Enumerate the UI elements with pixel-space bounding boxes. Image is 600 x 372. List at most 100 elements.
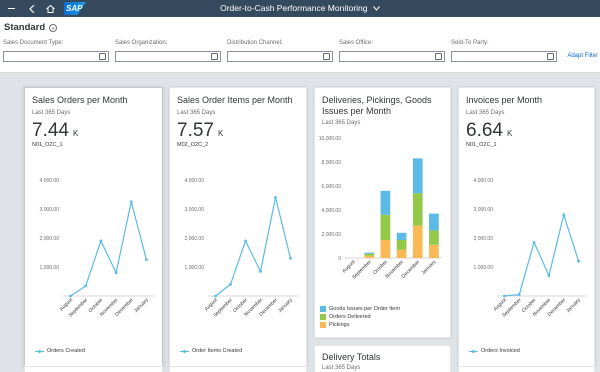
kpi-number: 7.44	[32, 120, 69, 141]
bar-segment	[396, 249, 407, 258]
card-subtitle: Last 365 Days	[322, 120, 361, 126]
chart-legend: Goods Issues per Order Item Orders Deliv…	[320, 305, 400, 329]
value-help-icon[interactable]	[323, 53, 330, 60]
legend-swatch	[320, 306, 326, 312]
data-point	[577, 259, 580, 263]
data-point	[547, 274, 551, 278]
y-tick-label: 10,000.00	[319, 136, 341, 142]
kpi-value: 7.57 K	[177, 120, 223, 142]
variant-name: Standard	[4, 22, 46, 33]
legend-label: Orders Created	[47, 348, 85, 354]
chart-legend: Orders Invoiced	[469, 348, 520, 354]
filter-distribution-channel: Distribution Channel:	[227, 40, 333, 62]
bar-segment	[429, 213, 439, 231]
data-point	[69, 294, 72, 298]
card-stub	[169, 366, 307, 372]
data-point	[259, 269, 262, 273]
distribution-channel-input[interactable]	[227, 51, 333, 62]
legend-label: Orders Delivered	[329, 314, 371, 320]
card-stub	[24, 366, 163, 372]
card-sales-order-items[interactable]: Sales Order Items per Month Last 365 Day…	[169, 87, 307, 367]
data-point	[517, 293, 521, 296]
data-point	[99, 239, 103, 243]
data-point	[145, 258, 148, 262]
data-point	[532, 240, 536, 244]
value-help-icon[interactable]	[211, 53, 218, 60]
value-help-icon[interactable]	[435, 53, 442, 60]
filter-label: Sold-To Party:	[451, 40, 489, 46]
sold-to-party-input[interactable]	[451, 51, 557, 62]
kpi-unit: K	[506, 129, 513, 138]
line-chart: 1,000.002,000.003,000.004,000.00AugustSe…	[40, 178, 154, 319]
kpi-unit: K	[72, 129, 79, 138]
kpi-id: N01_O2C_1	[32, 142, 63, 148]
y-tick-label: 2,000.00	[322, 232, 342, 238]
filter-label: Sales Office:	[339, 40, 373, 46]
filter-sold-to-party: Sold-To Party:	[451, 40, 557, 62]
legend-label: Order Items Created	[192, 348, 243, 354]
card-delivery-totals[interactable]: Delivery Totals Last 365 Days	[314, 345, 451, 372]
card-title: Deliveries, Pickings, Goods Issues per M…	[322, 95, 432, 116]
series-line	[70, 201, 147, 297]
legend-swatch	[469, 349, 478, 353]
card-title: Sales Order Items per Month	[177, 95, 293, 105]
card-sales-orders[interactable]: Sales Orders per Month Last 365 Days 7.4…	[24, 87, 163, 367]
variant-selector[interactable]: Standard ⌄	[4, 22, 58, 33]
data-point	[562, 213, 566, 217]
y-tick-label: 3,000.00	[474, 207, 494, 213]
filter-label: Distribution Channel:	[227, 40, 283, 46]
y-tick-label: 2,000.00	[40, 236, 60, 242]
bar-segment	[412, 225, 423, 258]
card-subtitle: Last 365 Days	[177, 110, 216, 116]
card-title: Invoices per Month	[466, 95, 543, 105]
card-title: Sales Orders per Month	[32, 95, 128, 105]
chart-legend: Order Items Created	[180, 348, 242, 354]
y-tick-label: 4,000.00	[185, 178, 205, 184]
value-help-icon[interactable]	[99, 53, 106, 60]
y-tick-label: 1,000.00	[185, 265, 205, 271]
stacked-bar-chart: 0 2,000.00 4,000.00 6,000.00 8,000.00 10,000.…	[319, 136, 442, 281]
data-point	[274, 196, 277, 199]
card-title: Delivery Totals	[322, 352, 381, 362]
app-title[interactable]: Order-to-Cash Performance Monitoring	[0, 3, 600, 13]
y-tick-label: 6,000.00	[322, 184, 342, 190]
y-tick-label: 3,000.00	[40, 207, 60, 213]
y-tick-label: 4,000.00	[40, 178, 60, 184]
app-title-text: Order-to-Cash Performance Monitoring	[220, 3, 368, 13]
line-chart: 1,000.002,000.003,000.004,000.00AugustSe…	[474, 178, 586, 319]
sales-document-type-input[interactable]	[3, 51, 109, 62]
y-tick-label: 2,000.00	[185, 236, 205, 242]
bar-segment	[429, 230, 439, 245]
adapt-filters-link[interactable]: Adapt Filter	[567, 53, 598, 59]
card-deliveries[interactable]: Deliveries, Pickings, Goods Issues per M…	[314, 87, 451, 338]
card-invoices[interactable]: Invoices per Month Last 365 Days 6.64 K N…	[458, 87, 595, 367]
sales-office-input[interactable]	[339, 51, 445, 62]
value-help-icon[interactable]	[547, 53, 554, 60]
x-tick-label: December	[401, 259, 422, 280]
y-tick-label: 2,000.00	[474, 236, 494, 242]
filter-sales-organization: Sales Organization:	[115, 40, 221, 62]
card-subtitle: Last 365 Days	[32, 110, 71, 116]
legend-item: Goods Issues per Order Item	[320, 305, 400, 313]
bar-segment	[412, 193, 423, 226]
legend-item: Pickings	[320, 321, 400, 329]
chart-legend: Orders Created	[35, 348, 85, 354]
series-line	[504, 212, 580, 297]
y-tick-label: 4,000.00	[322, 208, 342, 214]
bar-segment	[364, 255, 375, 258]
bar-segment	[364, 253, 375, 256]
chevron-down-icon	[372, 6, 380, 11]
x-tick-label: January	[133, 297, 150, 314]
y-tick-label: 3,000.00	[185, 207, 205, 213]
legend-swatch	[180, 349, 189, 353]
series-line	[215, 197, 292, 297]
data-point	[214, 294, 217, 298]
filter-label: Sales Document Type:	[3, 40, 64, 46]
bar-segment	[396, 232, 407, 240]
kpi-value: 7.44 K	[32, 120, 78, 142]
bar-segment	[380, 240, 391, 258]
chevron-down-icon: ⌄	[49, 23, 58, 32]
data-point	[244, 239, 247, 243]
data-point	[289, 256, 292, 260]
sales-organization-input[interactable]	[115, 51, 221, 62]
